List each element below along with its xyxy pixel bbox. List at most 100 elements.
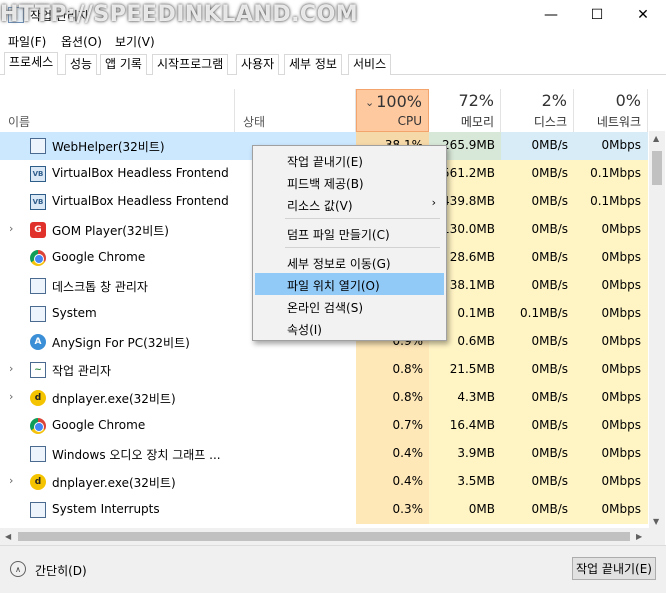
menu-separator: [285, 218, 440, 219]
context-menu-item[interactable]: 리소스 값(V) ›: [255, 193, 444, 215]
column-header-network[interactable]: 0% 네트워크: [574, 89, 648, 132]
process-row[interactable]: System Interrupts 0.3% 0MB 0MB/s 0Mbps: [0, 496, 648, 524]
menu-separator: [285, 247, 440, 248]
process-memory-value: 38.1MB: [449, 278, 495, 292]
tab-details[interactable]: 세부 정보: [284, 54, 342, 75]
process-memory-value: 0.6MB: [457, 334, 495, 348]
process-memory-value: 0.1MB: [457, 306, 495, 320]
column-header-status[interactable]: 상태: [235, 89, 356, 132]
horizontal-scroll-thumb[interactable]: [18, 532, 630, 541]
tab-users[interactable]: 사용자: [236, 54, 280, 75]
process-network-value: 0Mbps: [601, 222, 641, 236]
context-menu: 작업 끝내기(E) 피드백 제공(B) 리소스 값(V) › 덤프 파일 만들기(C) 세…: [252, 145, 447, 341]
scroll-up-icon[interactable]: ▲: [653, 134, 659, 143]
expand-chevron-icon[interactable]: ›: [9, 474, 13, 487]
virtualbox-icon: VB: [30, 166, 46, 182]
process-network-value: 0Mbps: [601, 362, 641, 376]
process-network-value: 0Mbps: [601, 250, 641, 264]
process-row[interactable]: Google Chrome 0.7% 16.4MB 0MB/s 0Mbps: [0, 412, 648, 440]
column-header-memory[interactable]: 72% 메모리: [429, 89, 501, 132]
window-icon: [30, 278, 46, 294]
close-button[interactable]: ✕: [620, 0, 666, 30]
menu-view[interactable]: 보기(V): [115, 33, 155, 50]
context-menu-item[interactable]: 피드백 제공(B): [255, 171, 444, 193]
minimize-button[interactable]: —: [528, 0, 574, 30]
tab-app-history[interactable]: 앱 기록: [100, 54, 147, 75]
process-name: Google Chrome: [52, 250, 146, 264]
process-row[interactable]: › d dnplayer.exe(32비트) 0.4% 3.5MB 0MB/s 0Mbps: [0, 468, 648, 496]
scroll-down-icon[interactable]: ▼: [653, 517, 659, 526]
process-name: dnplayer.exe(32비트): [52, 392, 176, 406]
column-header-disk[interactable]: 2% 디스크: [501, 89, 574, 132]
process-memory-value: 28.6MB: [449, 250, 495, 264]
tab-startup[interactable]: 시작프로그램: [152, 54, 229, 75]
process-row[interactable]: Windows 오디오 장치 그래프 ... 0.4% 3.9MB 0MB/s 0Mbp…: [0, 440, 648, 468]
chrome-icon: [30, 250, 46, 266]
expand-chevron-icon[interactable]: ›: [9, 390, 13, 403]
menu-file[interactable]: 파일(F): [8, 33, 46, 50]
process-network-value: 0Mbps: [601, 306, 641, 320]
column-header-cpu[interactable]: ⌄ 100% CPU: [356, 89, 429, 132]
expand-chevron-icon[interactable]: ›: [9, 222, 13, 235]
context-menu-item[interactable]: 온라인 검색(S): [255, 295, 444, 317]
anysign-icon: A: [30, 334, 46, 350]
process-row[interactable]: › ~ 작업 관리자 0.8% 21.5MB 0MB/s 0Mbps: [0, 356, 648, 384]
process-name: VirtualBox Headless Frontend: [52, 166, 229, 180]
tab-processes[interactable]: 프로세스: [4, 52, 59, 76]
context-menu-item-label: 피드백 제공(B): [287, 177, 364, 191]
virtualbox-icon: VB: [30, 194, 46, 210]
context-menu-item-label: 속성(I): [287, 323, 322, 337]
dnplayer-icon: d: [30, 390, 46, 406]
process-name: dnplayer.exe(32비트): [52, 476, 176, 490]
process-disk-value: 0MB/s: [531, 334, 568, 348]
horizontal-scrollbar[interactable]: ◀ ▶: [0, 528, 649, 545]
context-menu-item[interactable]: 속성(I): [255, 317, 444, 339]
process-network-value: 0Mbps: [601, 390, 641, 404]
process-memory-value: 21.5MB: [449, 362, 495, 376]
end-task-button[interactable]: 작업 끝내기(E): [572, 557, 656, 580]
fewer-details-link[interactable]: 간단히(D): [35, 562, 87, 579]
context-menu-item[interactable]: 작업 끝내기(E): [255, 149, 444, 171]
process-disk-value: 0MB/s: [531, 138, 568, 152]
title-bar: 작업 관리자 HTTP://SPEEDINKLAND.COM — ☐ ✕: [0, 0, 666, 30]
scroll-left-icon[interactable]: ◀: [5, 532, 11, 541]
process-cpu-value: 0.4%: [392, 446, 424, 460]
process-disk-value: 0MB/s: [531, 222, 568, 236]
process-cpu-value: 0.4%: [392, 474, 424, 488]
window-icon: [30, 446, 46, 462]
context-menu-item[interactable]: 파일 위치 열기(O): [255, 273, 444, 295]
process-memory-value: 4.3MB: [457, 390, 495, 404]
menu-bar: 파일(F) 옵션(O) 보기(V): [0, 30, 666, 52]
context-menu-item-label: 리소스 값(V): [287, 199, 353, 213]
sort-descending-icon: ⌄: [365, 96, 375, 109]
column-header-name[interactable]: 이름: [0, 89, 235, 132]
process-network-value: 0Mbps: [601, 334, 641, 348]
process-disk-value: 0MB/s: [531, 278, 568, 292]
expand-chevron-icon[interactable]: ›: [9, 362, 13, 375]
maximize-button[interactable]: ☐: [574, 0, 620, 30]
process-name: Google Chrome: [52, 418, 146, 432]
context-menu-item-label: 파일 위치 열기(O): [287, 279, 380, 293]
tab-performance[interactable]: 성능: [65, 54, 98, 75]
process-disk-value: 0MB/s: [531, 418, 568, 432]
vertical-scroll-thumb[interactable]: [652, 151, 662, 185]
chevron-up-circle-icon[interactable]: ∧: [10, 561, 26, 577]
process-name: AnySign For PC(32비트): [52, 336, 190, 350]
vertical-scrollbar[interactable]: ▲ ▼: [649, 131, 665, 545]
scroll-right-icon[interactable]: ▶: [636, 532, 642, 541]
menu-options[interactable]: 옵션(O): [61, 33, 102, 50]
process-memory-value: 3.5MB: [457, 474, 495, 488]
process-cpu-value: 0.3%: [392, 502, 424, 516]
context-menu-item[interactable]: 덤프 파일 만들기(C): [255, 222, 444, 244]
process-network-value: 0Mbps: [601, 278, 641, 292]
process-disk-value: 0MB/s: [531, 250, 568, 264]
tab-services[interactable]: 서비스: [348, 54, 392, 75]
process-row[interactable]: › d dnplayer.exe(32비트) 0.8% 4.3MB 0MB/s 0Mbps: [0, 384, 648, 412]
window-icon: [30, 306, 46, 322]
process-name: System Interrupts: [52, 502, 160, 516]
context-menu-item[interactable]: 세부 정보로 이동(G): [255, 251, 444, 273]
submenu-arrow-icon: ›: [431, 196, 436, 209]
process-memory-value: 265.9MB: [442, 138, 495, 152]
process-disk-value: 0MB/s: [531, 502, 568, 516]
process-memory-value: 439.8MB: [442, 194, 495, 208]
